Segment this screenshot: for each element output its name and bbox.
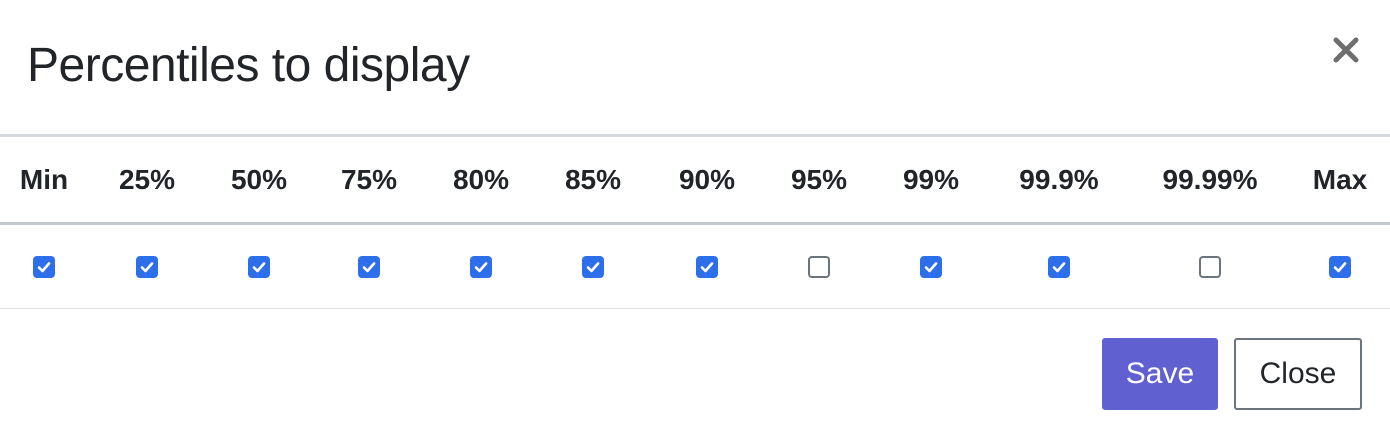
checkbox-min[interactable]	[33, 255, 55, 278]
checkbox-95[interactable]	[808, 255, 830, 278]
checkmark-icon	[586, 261, 600, 272]
checkmark-icon	[362, 261, 376, 272]
checkmark-icon	[252, 261, 266, 272]
column-header-95: 95%	[764, 134, 874, 225]
checkbox-cell-85	[536, 223, 650, 309]
checkbox-cell-99	[874, 223, 988, 309]
table-header-row: Min 25% 50% 75% 80% 85% 90% 95% 99% 99.9% 99.99% Ma…	[0, 134, 1390, 225]
checkbox-99-99[interactable]	[1199, 255, 1221, 278]
column-header-85: 85%	[536, 134, 650, 225]
column-header-75: 75%	[312, 134, 426, 225]
checkbox-25[interactable]	[136, 255, 158, 278]
checkbox-cell-50	[206, 223, 312, 309]
checkbox-cell-min	[0, 223, 88, 309]
dialog-header: Percentiles to display	[0, 0, 1390, 134]
checkbox-99[interactable]	[920, 255, 942, 278]
checkbox-cell-99-99	[1130, 223, 1290, 309]
percentiles-table-wrap: Min 25% 50% 75% 80% 85% 90% 95% 99% 99.9% 99.99% Ma…	[0, 134, 1390, 309]
checkbox-cell-75	[312, 223, 426, 309]
column-header-min: Min	[0, 134, 88, 225]
column-header-max: Max	[1290, 134, 1390, 225]
checkmark-icon	[1052, 261, 1066, 272]
checkbox-max[interactable]	[1329, 255, 1351, 278]
checkbox-80[interactable]	[470, 255, 492, 278]
checkbox-cell-90	[650, 223, 764, 309]
column-header-99-9: 99.9%	[988, 134, 1130, 225]
checkmark-icon	[924, 261, 938, 272]
table-row	[0, 223, 1390, 309]
checkmark-icon	[474, 261, 488, 272]
column-header-50: 50%	[206, 134, 312, 225]
checkbox-cell-80	[426, 223, 536, 309]
checkmark-icon	[140, 261, 154, 272]
checkmark-icon	[1333, 261, 1347, 272]
column-header-80: 80%	[426, 134, 536, 225]
column-header-25: 25%	[88, 134, 206, 225]
checkmark-icon	[700, 261, 714, 272]
checkbox-cell-25	[88, 223, 206, 309]
checkbox-75[interactable]	[358, 255, 380, 278]
checkbox-cell-95	[764, 223, 874, 309]
checkbox-85[interactable]	[582, 255, 604, 278]
dialog-title: Percentiles to display	[27, 39, 470, 92]
checkbox-cell-max	[1290, 223, 1390, 309]
column-header-90: 90%	[650, 134, 764, 225]
percentiles-table: Min 25% 50% 75% 80% 85% 90% 95% 99% 99.9% 99.99% Ma…	[0, 134, 1390, 309]
checkmark-icon	[37, 261, 51, 272]
column-header-99-99: 99.99%	[1130, 134, 1290, 225]
checkbox-90[interactable]	[696, 255, 718, 278]
checkbox-99-9[interactable]	[1048, 255, 1070, 278]
save-button[interactable]: Save	[1102, 338, 1218, 410]
percentiles-dialog: Percentiles to display Min 25% 50% 75% 8…	[0, 0, 1390, 436]
close-icon[interactable]	[1330, 34, 1362, 66]
close-button[interactable]: Close	[1234, 338, 1362, 410]
checkbox-cell-99-9	[988, 223, 1130, 309]
checkbox-50[interactable]	[248, 255, 270, 278]
column-header-99: 99%	[874, 134, 988, 225]
